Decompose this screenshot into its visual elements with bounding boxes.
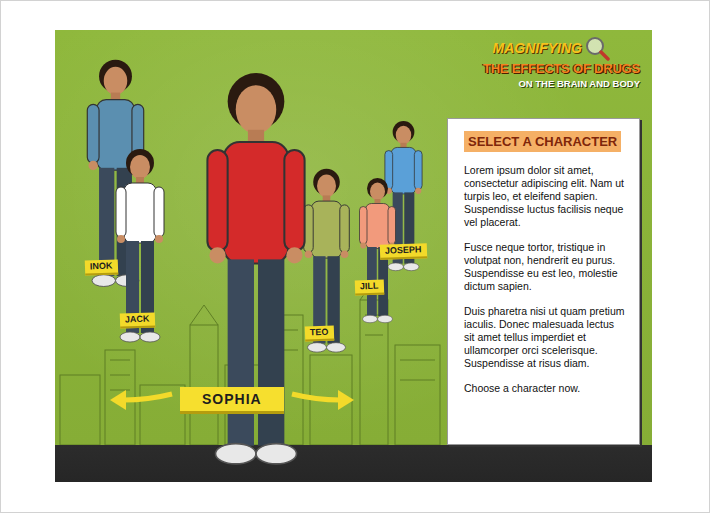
character-name[interactable]: SOPHIA: [180, 387, 284, 414]
character-name[interactable]: JOSEPH: [380, 243, 427, 260]
card-paragraph: Duis pharetra nisi ut quam pretium iacul…: [464, 305, 625, 370]
right-arrow-icon[interactable]: [288, 386, 356, 414]
character-name[interactable]: TEO: [305, 326, 334, 342]
card-paragraph: Choose a character now.: [464, 382, 625, 395]
card-heading: SELECT A CHARACTER: [464, 131, 621, 152]
character-tag[interactable]: JILL: [355, 280, 384, 295]
character-tag[interactable]: JACK: [120, 313, 155, 328]
logo-kicker: MAGNIFYING: [493, 39, 582, 57]
card-paragraph: Lorem ipsum dolor sit amet, consectetur …: [464, 164, 625, 229]
logo: MAGNIFYING THE EFFECTS OF DRUGSON THE BRA…: [483, 35, 640, 113]
page-frame: INOK JACK SOPHIA TEO JILL JOSEPH MAGNIFYING THE…: [0, 0, 710, 513]
card-paragraph: Fusce neque tortor, tristique in volutpa…: [464, 241, 625, 293]
left-arrow-icon[interactable]: [108, 386, 176, 414]
info-card: SELECT A CHARACTER Lorem ipsum dolor sit …: [447, 118, 640, 445]
character-tag[interactable]: INOK: [85, 260, 118, 275]
character-name[interactable]: INOK: [85, 259, 118, 275]
magnifier-icon: [584, 35, 610, 61]
character-tag[interactable]: TEO: [305, 326, 334, 341]
scene: INOK JACK SOPHIA TEO JILL JOSEPH MAGNIFYING THE…: [55, 30, 652, 482]
logo-subtitle: ON THE BRAIN AND BODY: [518, 77, 640, 90]
character-selector: SOPHIA: [108, 386, 356, 414]
character-stage: INOK JACK SOPHIA TEO JILL JOSEPH: [55, 30, 447, 482]
logo-title: THE EFFECTS OF DRUGS: [483, 61, 640, 77]
logo-kicker-row: MAGNIFYING: [493, 35, 610, 61]
side-column: MAGNIFYING THE EFFECTS OF DRUGSON THE BRA…: [447, 30, 652, 482]
character-tag[interactable]: JOSEPH: [380, 244, 427, 259]
character-name[interactable]: JACK: [120, 312, 155, 328]
character-name[interactable]: JILL: [355, 280, 384, 296]
